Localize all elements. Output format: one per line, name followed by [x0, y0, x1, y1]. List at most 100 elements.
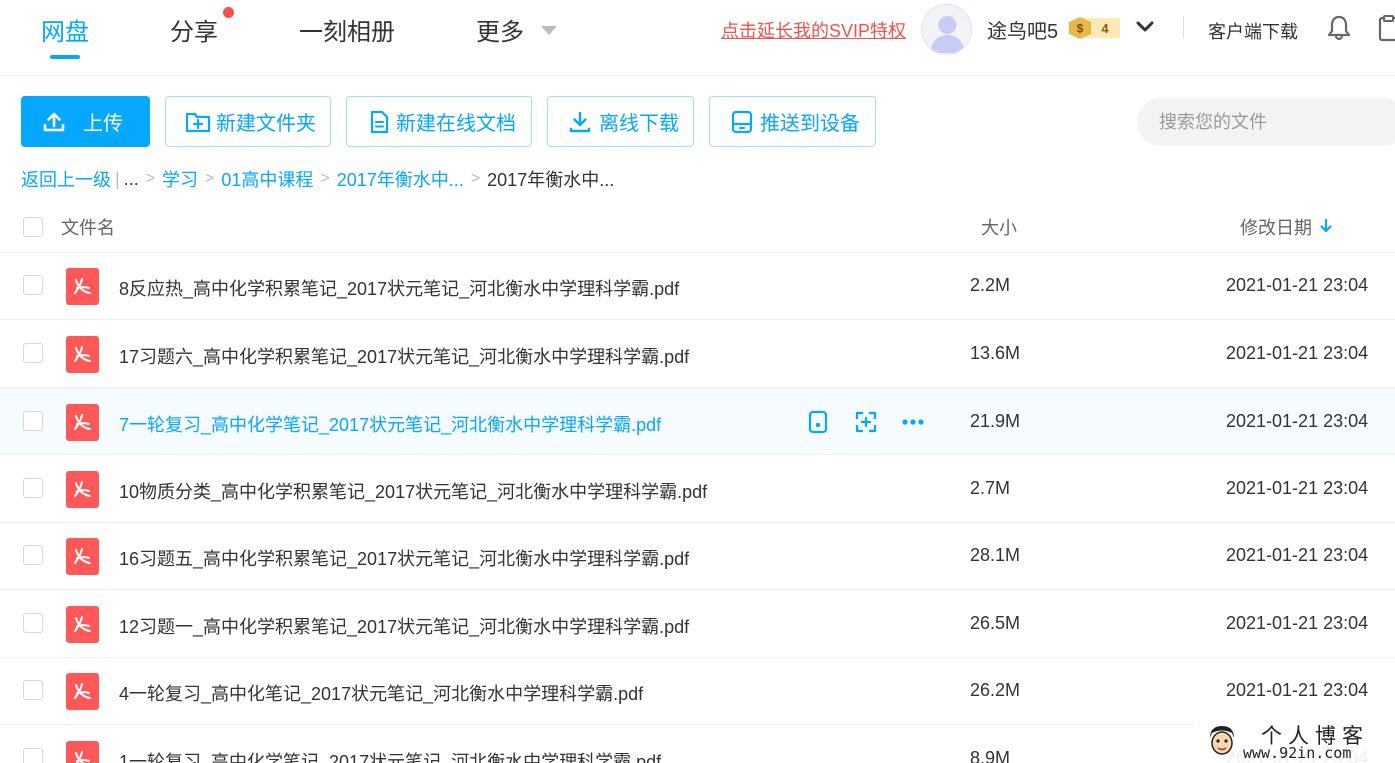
row-checkbox[interactable]	[23, 680, 43, 700]
upload-label: 上传	[83, 113, 123, 135]
file-name[interactable]: 16习题五_高中化学积累笔记_2017状元笔记_河北衡水中学理科学霸.pdf	[119, 545, 689, 571]
column-header-size[interactable]: 大小	[981, 214, 1017, 240]
file-size: 13.6M	[970, 343, 1021, 363]
breadcrumb-current: 2017年衡水中...	[487, 170, 615, 190]
row-checkbox[interactable]	[23, 343, 43, 363]
tab-netdisk[interactable]: 网盘	[41, 12, 89, 59]
file-name[interactable]: 12习题一_高中化学积累笔记_2017状元笔记_河北衡水中学理科学霸.pdf	[119, 613, 689, 639]
tab-share[interactable]: 分享	[170, 12, 218, 47]
vip-coin-glyph: $	[1077, 22, 1084, 36]
row-checkbox[interactable]	[23, 275, 43, 295]
file-size: 2.2M	[970, 275, 1011, 295]
row-checkbox[interactable]	[23, 545, 43, 565]
user-menu-chevron-icon[interactable]	[1133, 16, 1157, 38]
breadcrumb-divider: |	[115, 168, 120, 189]
active-tab-indicator	[50, 55, 80, 59]
file-name[interactable]: 1一轮复习_高中化学笔记_2017状元笔记_河北衡水中学理科学霸.pdf	[119, 748, 661, 763]
new-folder-label: 新建文件夹	[216, 113, 316, 135]
share-icon[interactable]	[854, 410, 878, 434]
search-input[interactable]	[1137, 98, 1395, 146]
file-name[interactable]: 4一轮复习_高中化笔记_2017状元笔记_河北衡水中学理科学霸.pdf	[119, 680, 643, 706]
breadcrumb-item[interactable]: 学习	[162, 166, 198, 192]
breadcrumb-item[interactable]: 2017年衡水中...	[337, 166, 464, 192]
document-icon	[370, 110, 389, 133]
device-icon	[731, 110, 753, 133]
chevron-right-icon: >	[470, 170, 481, 187]
tab-share-label: 分享	[170, 19, 218, 46]
push-to-device-label: 推送到设备	[760, 113, 860, 135]
username[interactable]: 途鸟吧5	[987, 15, 1058, 44]
chevron-right-icon: >	[145, 170, 156, 187]
tab-album[interactable]: 一刻相册	[299, 12, 395, 47]
watermark-url: www.92in.com	[1243, 744, 1352, 762]
table-row[interactable]: 7一轮复习_高中化学笔记_2017状元笔记_河北衡水中学理科学霸.pdf 21.9…	[0, 388, 1395, 455]
cartoon-face-icon	[1210, 726, 1234, 755]
file-name[interactable]: 8反应热_高中化学积累笔记_2017状元笔记_河北衡水中学理科学霸.pdf	[119, 275, 679, 301]
more-options-icon[interactable]	[901, 410, 925, 434]
tab-more-label: 更多	[476, 19, 524, 46]
select-all-checkbox[interactable]	[23, 217, 43, 237]
new-folder-button[interactable]: 新建文件夹	[165, 96, 331, 147]
push-to-device-button[interactable]: 推送到设备	[709, 96, 876, 147]
row-checkbox[interactable]	[23, 478, 43, 498]
file-size: 21.9M	[970, 411, 1021, 431]
table-row[interactable]: 17习题六_高中化学积累笔记_2017状元笔记_河北衡水中学理科学霸.pdf 13…	[0, 321, 1395, 388]
sort-descending-icon[interactable]	[1319, 218, 1333, 234]
pdf-file-icon	[66, 538, 99, 575]
table-row[interactable]: 1一轮复习_高中化学笔记_2017状元笔记_河北衡水中学理科学霸.pdf 8.9M…	[0, 726, 1395, 763]
client-download-link[interactable]: 客户端下载	[1208, 18, 1298, 44]
breadcrumb-item[interactable]: 01高中课程	[221, 166, 313, 192]
row-checkbox[interactable]	[23, 613, 43, 633]
tab-netdisk-label: 网盘	[41, 19, 89, 46]
chevron-right-icon: >	[205, 170, 215, 187]
new-online-doc-button[interactable]: 新建在线文档	[346, 96, 532, 147]
clipboard-icon[interactable]	[1377, 14, 1395, 42]
row-checkbox[interactable]	[23, 411, 43, 431]
file-date: 2021-01-21 23:04	[1226, 545, 1369, 565]
table-row[interactable]: 16习题五_高中化学积累笔记_2017状元笔记_河北衡水中学理科学霸.pdf 28…	[0, 523, 1395, 590]
folder-plus-icon	[185, 112, 211, 132]
offline-download-button[interactable]: 离线下载	[547, 96, 694, 147]
avatar[interactable]	[921, 4, 972, 55]
file-date: 2021-01-21 23:04	[1226, 275, 1369, 295]
table-row[interactable]: 4一轮复习_高中化笔记_2017状元笔记_河北衡水中学理科学霸.pdf 26.2M…	[0, 658, 1395, 725]
bell-icon[interactable]	[1325, 14, 1353, 42]
file-size: 2.7M	[970, 478, 1011, 498]
table-row[interactable]: 10物质分类_高中化学积累笔记_2017状元笔记_河北衡水中学理科学霸.pdf 2…	[0, 456, 1395, 523]
breadcrumb: 返回上一级 | ... > 学习 > 01高中课程 > 2017年衡水中... …	[21, 167, 614, 191]
breadcrumb-ellipsis[interactable]: ...	[124, 169, 139, 190]
file-size: 26.2M	[970, 680, 1021, 700]
pdf-file-icon	[66, 673, 99, 710]
pdf-file-icon	[66, 471, 99, 508]
tab-album-label: 一刻相册	[299, 19, 395, 46]
file-size: 8.9M	[970, 748, 1011, 763]
table-row[interactable]: 12习题一_高中化学积累笔记_2017状元笔记_河北衡水中学理科学霸.pdf 26…	[0, 591, 1395, 658]
download-icon	[569, 111, 591, 132]
pdf-file-icon	[66, 336, 99, 373]
pdf-file-icon	[66, 606, 99, 643]
file-size: 26.5M	[970, 613, 1021, 633]
chevron-down-icon[interactable]	[541, 26, 557, 35]
share-notification-dot	[223, 7, 234, 18]
file-date: 2021-01-21 23:04	[1226, 343, 1369, 363]
file-date: 2021-01-21 23:04	[1226, 478, 1369, 498]
file-name[interactable]: 10物质分类_高中化学积累笔记_2017状元笔记_河北衡水中学理科学霸.pdf	[119, 478, 707, 504]
user-avatar-icon	[930, 16, 965, 53]
offline-download-label: 离线下载	[599, 113, 679, 135]
pdf-file-icon	[66, 741, 99, 763]
column-header-date[interactable]: 修改日期	[1240, 214, 1312, 240]
tab-more[interactable]: 更多	[476, 12, 524, 47]
table-row[interactable]: 8反应热_高中化学积累笔记_2017状元笔记_河北衡水中学理科学霸.pdf 2.2…	[0, 253, 1395, 320]
push-to-device-icon[interactable]	[806, 410, 830, 434]
file-name[interactable]: 7一轮复习_高中化学笔记_2017状元笔记_河北衡水中学理科学霸.pdf	[119, 411, 661, 437]
upload-icon	[43, 112, 65, 131]
file-name[interactable]: 17习题六_高中化学积累笔记_2017状元笔记_河北衡水中学理科学霸.pdf	[119, 343, 689, 369]
upload-button[interactable]: 上传	[21, 96, 150, 147]
row-checkbox[interactable]	[23, 748, 43, 763]
file-size: 28.1M	[970, 545, 1021, 565]
svip-renew-link[interactable]: 点击延长我的SVIP特权	[721, 17, 906, 43]
file-date: 2021-01-21 23:04	[1226, 411, 1369, 431]
column-header-name[interactable]: 文件名	[61, 214, 115, 240]
breadcrumb-back-link[interactable]: 返回上一级	[21, 166, 111, 192]
file-date: 2021-01-21 23:04	[1226, 613, 1369, 633]
